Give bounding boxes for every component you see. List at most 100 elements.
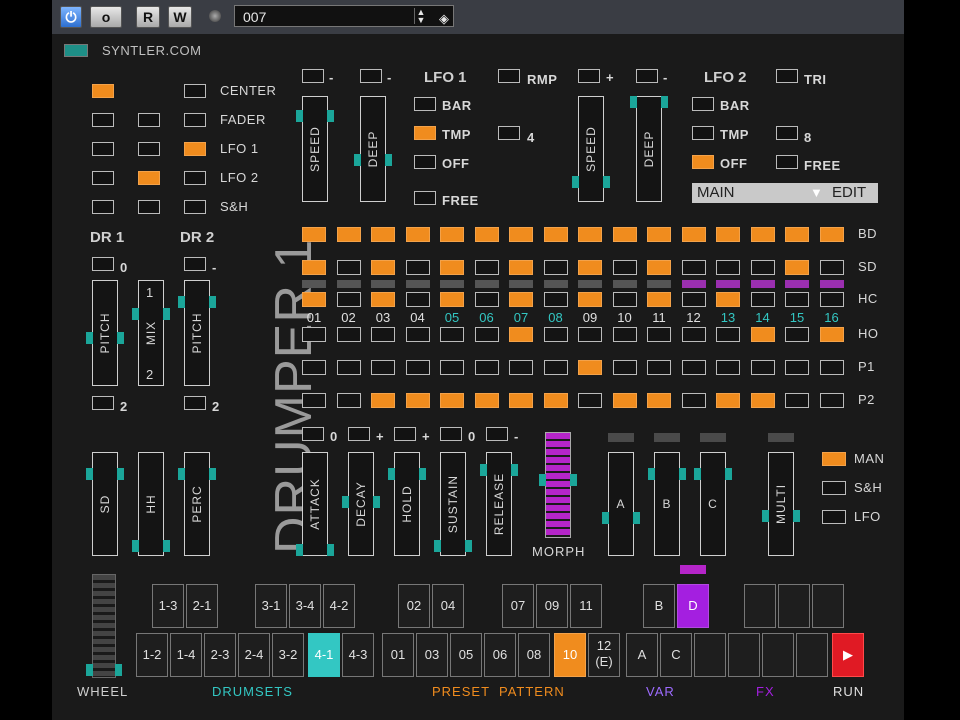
step-p1[interactable]: [543, 360, 568, 375]
pattern-pad[interactable]: 11: [570, 584, 602, 628]
pattern-pad[interactable]: 05: [450, 633, 482, 677]
dr1-bottom-toggle[interactable]: [92, 396, 114, 410]
lfo1-off-toggle[interactable]: [414, 155, 436, 169]
lfo1-tmp-toggle[interactable]: [414, 126, 436, 140]
step-ho[interactable]: [785, 327, 809, 342]
step-p1[interactable]: [474, 360, 499, 375]
step-hc[interactable]: [612, 292, 637, 307]
c-handle[interactable]: [694, 468, 701, 480]
step-p2[interactable]: [543, 393, 568, 408]
step-p2[interactable]: [750, 393, 775, 408]
drumset-pad[interactable]: 1-3: [152, 584, 184, 628]
step-p1[interactable]: [785, 360, 809, 375]
step-ho[interactable]: [612, 327, 637, 342]
attack-handle-r[interactable]: [327, 544, 334, 556]
lfo2-deep-slider[interactable]: DEEP: [636, 96, 662, 202]
a-slider[interactable]: A: [608, 452, 634, 556]
env-top-toggle[interactable]: [302, 427, 324, 441]
drumset-pad[interactable]: 1-2: [136, 633, 168, 677]
hh-level-handle[interactable]: [132, 540, 139, 552]
sd-level-handle[interactable]: [86, 468, 93, 480]
lfo2-deep-top-toggle[interactable]: [636, 69, 658, 83]
lfo2-free-toggle[interactable]: [776, 155, 798, 169]
step-hc[interactable]: [543, 292, 568, 307]
step-bd[interactable]: [750, 227, 775, 242]
lfo1-free-toggle[interactable]: [414, 191, 436, 205]
step-hc[interactable]: [474, 292, 499, 307]
step-p2[interactable]: [405, 393, 430, 408]
b-slider[interactable]: B: [654, 452, 680, 556]
step-p1[interactable]: [509, 360, 533, 375]
morph-meter[interactable]: [545, 432, 571, 538]
pattern-pad[interactable]: 03: [416, 633, 448, 677]
morph-handle[interactable]: [539, 474, 546, 486]
step-bd[interactable]: [336, 227, 361, 242]
fader-c[interactable]: [184, 113, 206, 127]
lfo1-deep-handle-r[interactable]: [385, 154, 392, 166]
step-ho[interactable]: [578, 327, 602, 342]
env-top-toggle[interactable]: [486, 427, 508, 441]
lfo2-bar-toggle[interactable]: [692, 97, 714, 111]
center-source-2[interactable]: [184, 84, 206, 98]
step-p1[interactable]: [681, 360, 706, 375]
step-p1[interactable]: [302, 360, 326, 375]
var-pad[interactable]: A: [626, 633, 658, 677]
step-bd[interactable]: [302, 227, 326, 242]
perc-level-handle-r[interactable]: [209, 468, 216, 480]
sustain-handle-r[interactable]: [465, 540, 472, 552]
power-button[interactable]: ⏻: [60, 6, 82, 28]
step-ho[interactable]: [440, 327, 464, 342]
lfo1-bar-toggle[interactable]: [414, 97, 436, 111]
drumset-pad[interactable]: 4-2: [323, 584, 355, 628]
drumset-pad[interactable]: 4-3: [342, 633, 374, 677]
fx-pad[interactable]: [762, 633, 794, 677]
lfo2-off-toggle[interactable]: [692, 155, 714, 169]
env-top-toggle[interactable]: [348, 427, 370, 441]
drumset-pad[interactable]: 3-2: [272, 633, 304, 677]
hold-handle-r[interactable]: [419, 468, 426, 480]
dr2-pitch-handle[interactable]: [178, 296, 185, 308]
step-ho[interactable]: [681, 327, 706, 342]
step-bd[interactable]: [716, 227, 740, 242]
mix-handle-r[interactable]: [163, 308, 170, 320]
step-sd[interactable]: [716, 260, 740, 275]
lfo1-speed-top-toggle[interactable]: [302, 69, 324, 83]
step-sd[interactable]: [371, 260, 395, 275]
attack-handle[interactable]: [296, 544, 303, 556]
lfo2-deep-handle[interactable]: [630, 96, 637, 108]
perc-level-handle[interactable]: [178, 468, 185, 480]
c-handle-r[interactable]: [725, 468, 732, 480]
drumset-pad[interactable]: 1-4: [170, 633, 202, 677]
step-sd[interactable]: [819, 260, 844, 275]
step-p2[interactable]: [647, 393, 671, 408]
step-hc[interactable]: [716, 292, 740, 307]
step-p1[interactable]: [819, 360, 844, 375]
lfo2-speed-handle-r[interactable]: [603, 176, 610, 188]
step-p2[interactable]: [336, 393, 361, 408]
dr2-top-toggle[interactable]: [184, 257, 206, 271]
fader-b[interactable]: [138, 113, 160, 127]
sh-a[interactable]: [92, 200, 114, 214]
lfo1-deep-handle[interactable]: [354, 154, 361, 166]
drumset-pad[interactable]: 4-1: [308, 633, 340, 677]
step-bd[interactable]: [440, 227, 464, 242]
dr1-top-toggle[interactable]: [92, 257, 114, 271]
drumset-pad[interactable]: 3-4: [289, 584, 321, 628]
sd-level-slider[interactable]: SD: [92, 452, 118, 556]
fx-pad[interactable]: [728, 633, 760, 677]
hh-level-slider[interactable]: HH: [138, 452, 164, 556]
lfo1-rmp-toggle[interactable]: [498, 69, 520, 83]
lfo1-b[interactable]: [138, 142, 160, 156]
step-ho[interactable]: [647, 327, 671, 342]
step-hc[interactable]: [336, 292, 361, 307]
run-button[interactable]: ▶: [832, 633, 864, 677]
step-bd[interactable]: [612, 227, 637, 242]
pattern-pad[interactable]: 12 (E): [588, 633, 620, 677]
lfo1-deep-top-toggle[interactable]: [360, 69, 382, 83]
step-bd[interactable]: [543, 227, 568, 242]
step-bd[interactable]: [371, 227, 395, 242]
lfo2-tri-toggle[interactable]: [776, 69, 798, 83]
step-bd[interactable]: [509, 227, 533, 242]
lfo1-deep-slider[interactable]: DEEP: [360, 96, 386, 202]
main-edit-dropdown[interactable]: MAIN ▼ EDIT: [692, 183, 878, 203]
